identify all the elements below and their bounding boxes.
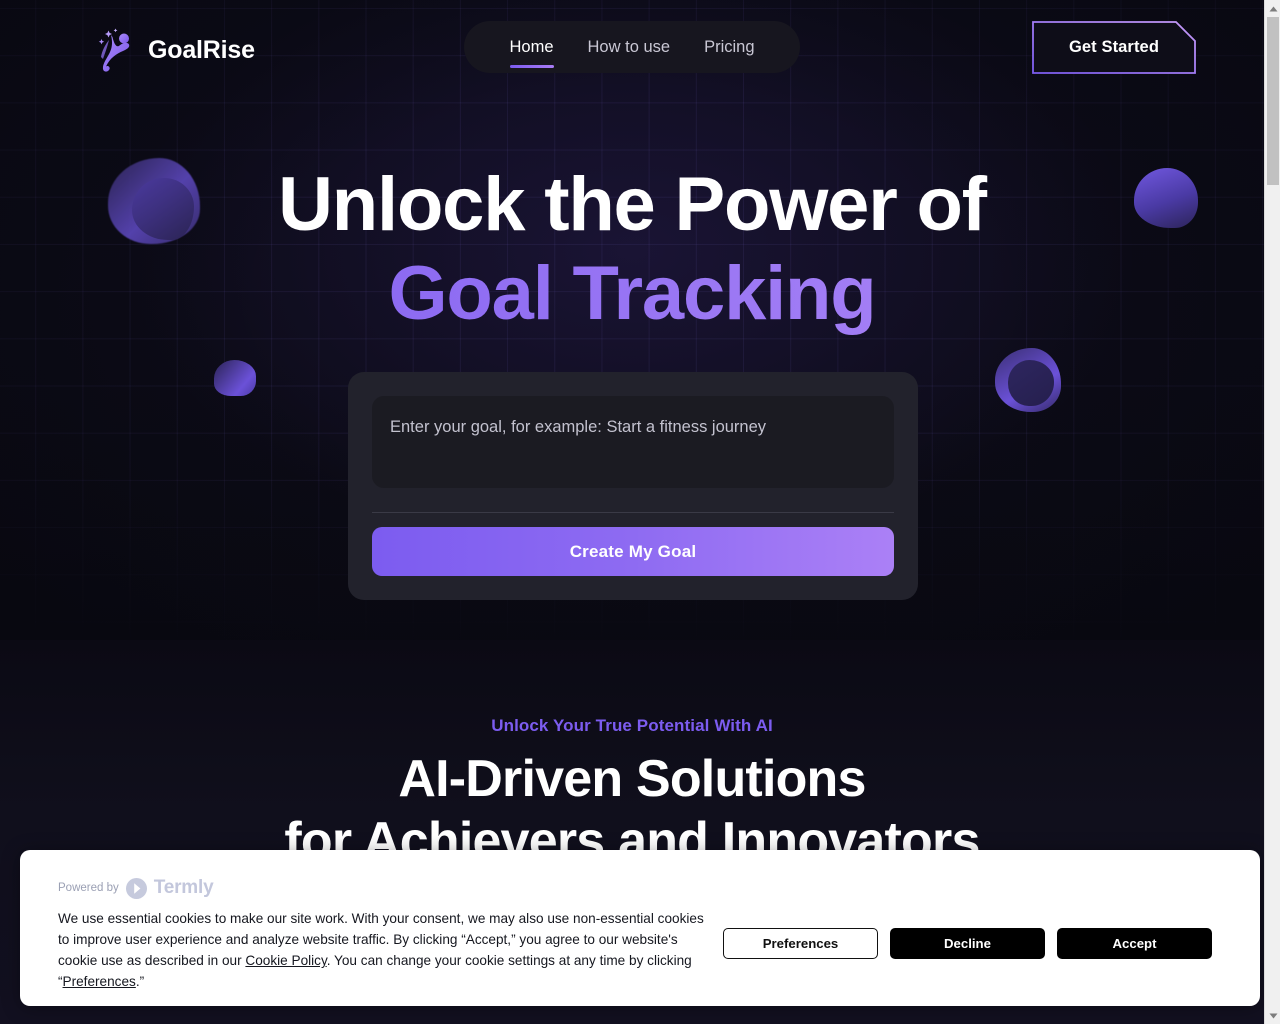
section-title-line1: AI-Driven Solutions — [398, 750, 866, 808]
primary-nav: Home How to use Pricing — [464, 21, 800, 73]
goalrise-star-figure-icon — [94, 27, 136, 73]
get-started-label: Get Started — [1068, 38, 1160, 56]
site-header: GoalRise Home How to use Pricing Get Sta… — [0, 0, 1264, 95]
goal-input-card: Create My Goal — [348, 372, 918, 600]
scrollbar-thumb[interactable] — [1267, 17, 1279, 185]
accept-button[interactable]: Accept — [1057, 928, 1212, 959]
cookie-text-part3: .” — [135, 974, 145, 989]
cookie-policy-link[interactable]: Cookie Policy — [245, 953, 326, 968]
page-canvas: GoalRise Home How to use Pricing Get Sta… — [0, 0, 1264, 1024]
preferences-link[interactable]: Preferences — [63, 974, 136, 989]
termly-logo-icon — [125, 877, 147, 899]
nav-item-home[interactable]: Home — [493, 21, 571, 73]
cookie-consent-banner: Powered by Termly We use essential cooki… — [20, 850, 1260, 1006]
cookie-banner-actions: Preferences Decline Accept — [723, 928, 1212, 959]
brand-logo-link[interactable]: GoalRise — [94, 27, 255, 73]
brand-name: GoalRise — [148, 35, 255, 64]
get-started-button[interactable]: Get Started — [1032, 21, 1196, 74]
powered-by-label: Powered by — [58, 882, 119, 894]
nav-item-how-to-use-label: How to use — [587, 37, 671, 56]
scrollbar-down-arrow[interactable] — [1265, 1007, 1280, 1024]
browser-viewport: GoalRise Home How to use Pricing Get Sta… — [0, 0, 1280, 1024]
scrollbar-up-arrow[interactable] — [1265, 0, 1280, 17]
card-divider — [372, 512, 894, 513]
hero-headline-line2: Goal Tracking — [0, 249, 1264, 338]
termly-name: Termly — [153, 877, 214, 898]
hero-headline-line1: Unlock the Power of — [278, 162, 987, 247]
vertical-scrollbar[interactable] — [1264, 0, 1280, 1024]
chevron-down-icon — [1269, 1013, 1278, 1019]
section-eyebrow: Unlock Your True Potential With AI — [491, 716, 773, 735]
cookie-powered-by: Powered by Termly — [58, 877, 214, 899]
preferences-button[interactable]: Preferences — [723, 928, 878, 959]
decline-button[interactable]: Decline — [890, 928, 1045, 959]
nav-item-pricing-label: Pricing — [704, 37, 755, 56]
chevron-up-icon — [1269, 6, 1278, 12]
nav-item-home-label: Home — [509, 37, 554, 56]
hero-headline: Unlock the Power of Goal Tracking — [0, 160, 1264, 338]
cookie-banner-text: We use essential cookies to make our sit… — [58, 908, 708, 992]
nav-item-how-to-use[interactable]: How to use — [571, 21, 688, 73]
goal-input[interactable] — [372, 396, 894, 488]
nav-item-pricing[interactable]: Pricing — [687, 21, 771, 73]
create-my-goal-button[interactable]: Create My Goal — [372, 527, 894, 576]
